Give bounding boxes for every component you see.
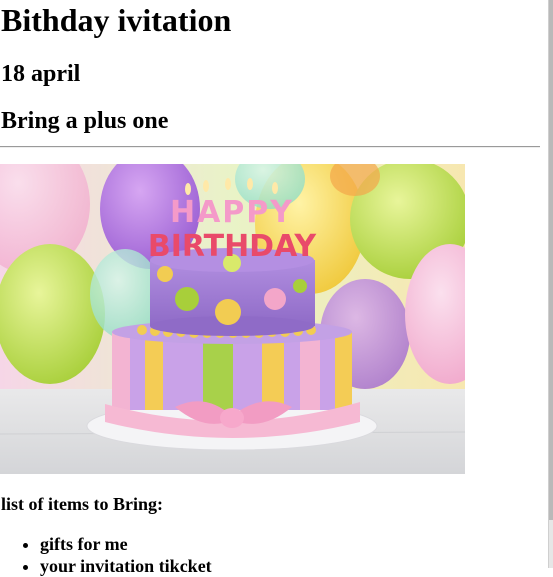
list-item: gifts for me <box>40 533 212 555</box>
list-item: your invitation tikcket <box>40 555 212 577</box>
plus-one-note: Bring a plus one <box>1 108 169 134</box>
items-list: gifts for me your invitation tikcket <box>0 533 212 577</box>
scrollbar-thumb[interactable] <box>549 0 553 520</box>
svg-text:HAPPY: HAPPY <box>170 195 294 230</box>
divider <box>0 146 540 148</box>
birthday-cake-image: HAPPY BIRTHDAY <box>0 164 465 474</box>
event-date: 18 april <box>1 61 81 87</box>
items-list-title: list of items to Bring: <box>1 494 163 514</box>
page-title: Bithday ivitation <box>1 2 232 38</box>
svg-text:BIRTHDAY: BIRTHDAY <box>148 229 318 264</box>
vertical-scrollbar[interactable] <box>548 0 553 568</box>
